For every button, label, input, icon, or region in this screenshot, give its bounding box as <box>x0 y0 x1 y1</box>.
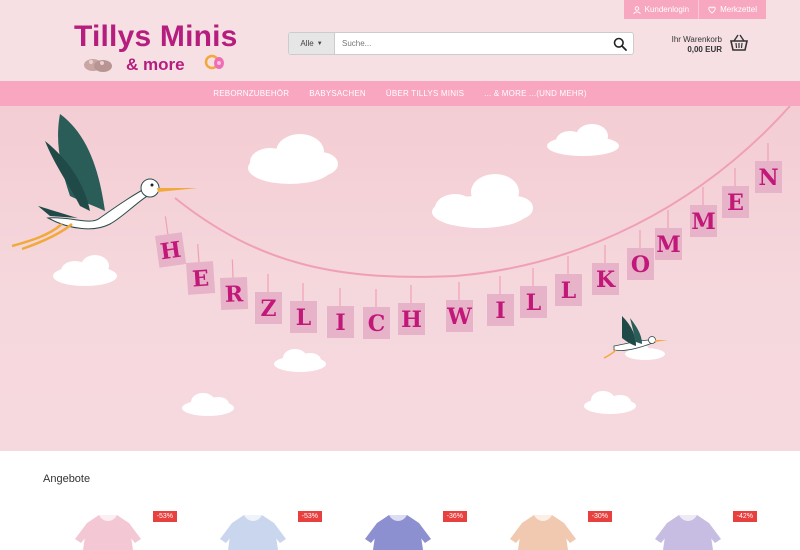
product-image <box>365 515 431 550</box>
garland-letter: I <box>335 310 345 336</box>
stork-large-illustration <box>11 114 198 251</box>
nav-item-babysachen[interactable]: BABYSACHEN <box>299 89 376 98</box>
garland-letter: C <box>368 311 386 337</box>
hero-banner[interactable]: HERZLICHWILLKOMMEN <box>0 106 800 451</box>
nav-item-ueber-tillys-minis[interactable]: ÜBER TILLYS MINIS <box>376 89 474 98</box>
garland-letter: L <box>526 290 541 316</box>
cloud-icon <box>274 349 326 372</box>
main-navigation: REBORNZUBEHÖR BABYSACHEN ÜBER TILLYS MIN… <box>0 81 800 106</box>
login-link[interactable]: Kundenlogin <box>623 0 699 19</box>
logo-title: Tillys Minis <box>74 20 238 53</box>
product-card[interactable]: -36% <box>345 505 467 550</box>
cart-widget[interactable]: Ihr Warenkorb 0,00 EUR <box>640 33 755 57</box>
garland-letter: H <box>159 237 183 266</box>
product-card[interactable]: -53% <box>200 505 322 550</box>
discount-badge: -53% <box>152 511 177 522</box>
cloud-group <box>53 124 665 416</box>
cloud-icon <box>432 174 533 228</box>
logo-subtitle: & more <box>126 55 185 74</box>
cloud-icon <box>248 134 338 184</box>
garland-letter: L <box>296 305 311 331</box>
garland-letter: E <box>191 265 210 292</box>
garland-flag: Z <box>255 274 282 324</box>
garland-flag: W <box>446 282 473 332</box>
garland-flag: E <box>722 168 749 218</box>
garland-letter: L <box>561 278 576 304</box>
search-bar: Alle ▼ <box>288 32 634 55</box>
garland-flag: H <box>155 216 187 268</box>
garland-flag: C <box>363 289 390 339</box>
product-card[interactable]: -42% <box>635 505 757 550</box>
cloud-icon <box>584 391 636 414</box>
discount-badge: -53% <box>297 511 322 522</box>
garland-letter: R <box>224 281 244 308</box>
basket-icon <box>730 34 748 51</box>
garland-flag: I <box>327 288 354 338</box>
garland-letter: M <box>656 232 680 258</box>
login-label: Kundenlogin <box>644 5 690 14</box>
cart-label: Ihr Warenkorb <box>671 35 722 44</box>
garland-flag: I <box>487 276 514 326</box>
product-card[interactable]: -30% <box>490 505 612 550</box>
wishlist-link[interactable]: Merkzettel <box>698 0 766 19</box>
product-image <box>655 515 721 550</box>
cart-amount: 0,00 EUR <box>687 45 722 54</box>
discount-badge: -36% <box>442 511 467 522</box>
product-image <box>220 515 286 550</box>
cloud-icon <box>53 255 117 286</box>
garland-letter: W <box>446 304 472 330</box>
garland-letter: Z <box>260 296 276 322</box>
product-image <box>75 515 141 550</box>
product-card[interactable]: -53% <box>55 505 177 550</box>
garland-letter: H <box>401 307 422 333</box>
garland-flag: K <box>592 245 619 295</box>
search-category-label: Alle <box>300 39 314 48</box>
garland-flag: R <box>220 259 249 310</box>
hero-illustration: HERZ L I C H W I L L KOMMEN <box>11 106 791 416</box>
garland-flag: E <box>186 244 216 295</box>
heart-icon <box>708 6 716 14</box>
search-category-select[interactable]: Alle ▼ <box>289 33 335 54</box>
cloud-icon <box>547 124 619 156</box>
offers-heading: Angebote <box>43 473 91 485</box>
user-icon <box>632 5 641 14</box>
offers-product-list: -53% -53% -36% -30% -42% <box>55 505 775 550</box>
baby-shoes-icon <box>84 59 112 72</box>
garland-flag: L <box>520 268 547 318</box>
pacifier-icon <box>204 54 224 70</box>
welcome-garland: HERZ L I C H W I L L KOMMEN <box>155 143 782 339</box>
discount-badge: -42% <box>732 511 757 522</box>
garland-flag: M <box>690 187 717 237</box>
garland-letter: O <box>631 252 650 278</box>
search-button[interactable] <box>607 33 633 54</box>
garland-flag: H <box>398 285 425 335</box>
search-icon <box>613 37 627 51</box>
product-image <box>510 515 576 550</box>
garland-letter: M <box>691 209 715 235</box>
garland-letter: N <box>758 165 778 191</box>
garland-flag: N <box>755 143 782 193</box>
garland-flag: M <box>655 210 682 260</box>
search-input[interactable] <box>335 33 607 54</box>
wishlist-label: Merkzettel <box>720 5 757 14</box>
cloud-icon <box>182 393 234 416</box>
garland-flag: L <box>290 283 317 333</box>
garland-flag: O <box>627 230 654 280</box>
discount-badge: -30% <box>587 511 612 522</box>
garland-letter: K <box>596 267 616 293</box>
nav-item-and-more[interactable]: ... & MORE ...(UND MEHR) <box>474 89 597 98</box>
nav-item-rebornzubehoer[interactable]: REBORNZUBEHÖR <box>203 89 299 98</box>
site-logo[interactable]: Tillys Minis & more <box>74 20 244 76</box>
caret-down-icon: ▼ <box>316 40 323 47</box>
garland-letter: E <box>727 190 744 216</box>
garland-letter: I <box>495 298 505 324</box>
garland-flag: L <box>555 256 582 306</box>
top-account-bar: Kundenlogin Merkzettel <box>623 0 766 19</box>
